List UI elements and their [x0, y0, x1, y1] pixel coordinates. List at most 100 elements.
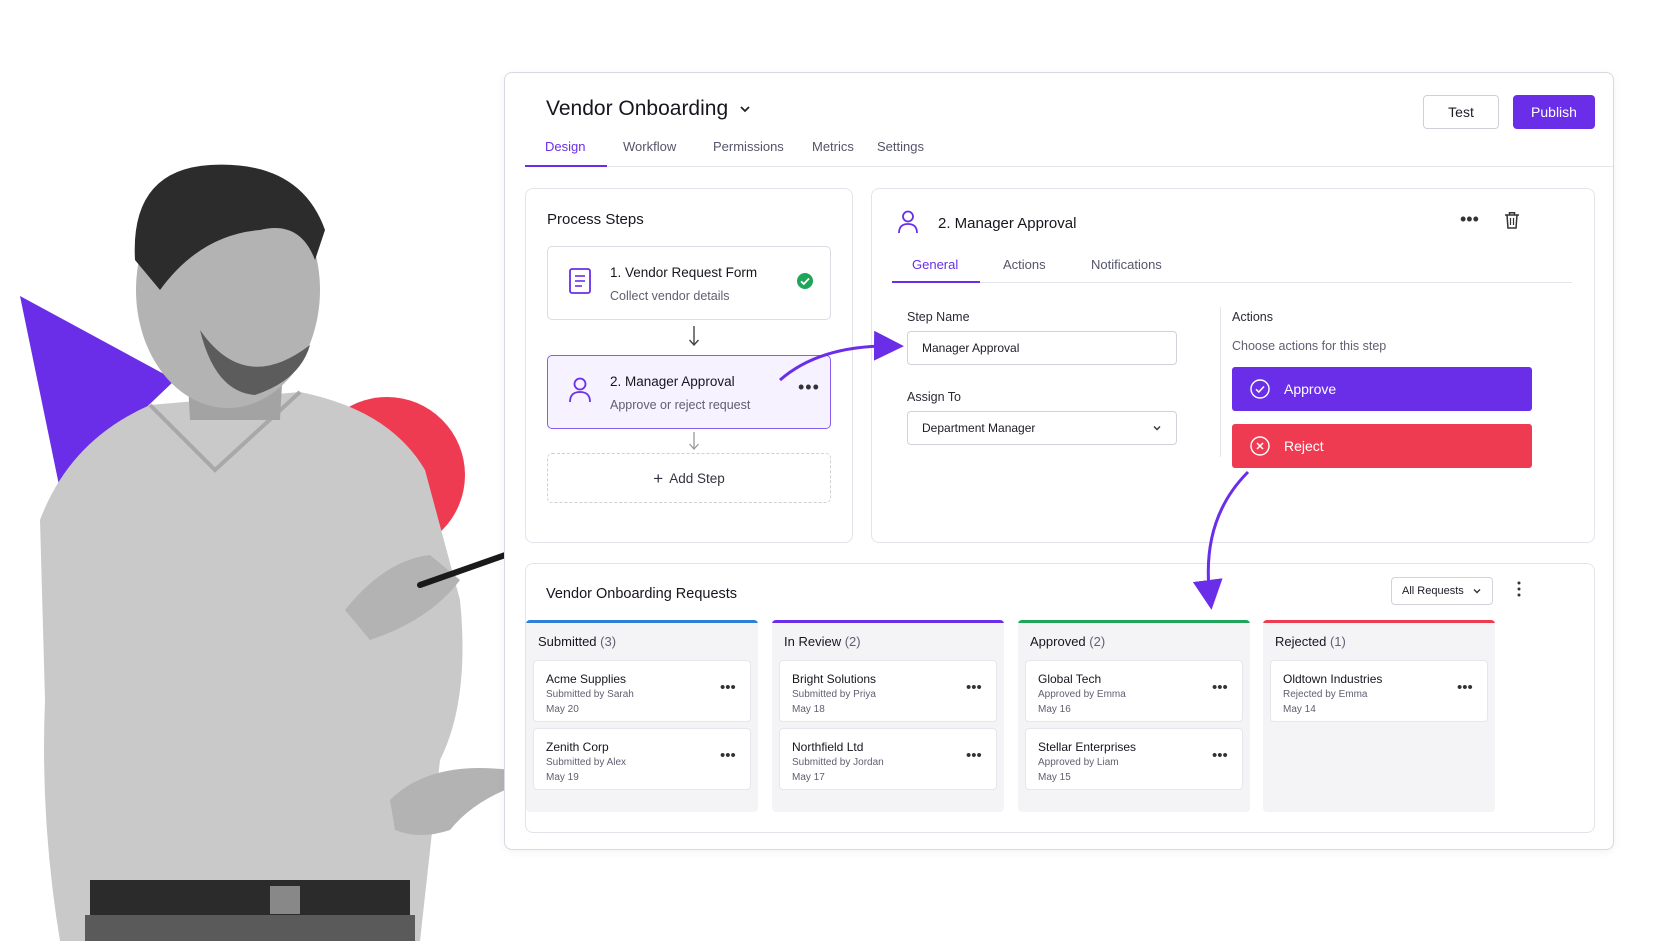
tab-actions[interactable]: Actions	[1003, 257, 1046, 272]
column-header: Submitted (3)	[538, 634, 616, 649]
step-subtitle: Approve or reject request	[610, 398, 751, 412]
approve-label: Approve	[1284, 381, 1337, 397]
stage: Vendor Onboarding Test Publish Design Wo…	[0, 0, 1672, 941]
assign-to-select[interactable]: Department Manager	[907, 411, 1177, 445]
assign-to-value: Department Manager	[922, 421, 1036, 435]
process-steps-panel: Process Steps 1. Vendor Request Form Col…	[525, 188, 853, 543]
active-tab-indicator	[892, 281, 980, 283]
tab-metrics[interactable]: Metrics	[812, 139, 854, 166]
step-detail-title: 2. Manager Approval	[938, 215, 1077, 232]
step-title: 2. Manager Approval	[610, 374, 735, 389]
workflow-title: Vendor Onboarding	[546, 97, 729, 120]
more-options-icon[interactable]: •••	[798, 378, 820, 396]
main-tabs: Design Workflow Permissions Metrics Sett…	[525, 127, 1613, 167]
column-count: (2)	[1089, 634, 1106, 649]
request-vendor-name: Northfield Ltd	[792, 740, 864, 754]
step-detail-tabs: General Actions Notifications	[892, 249, 1572, 283]
request-date: May 17	[792, 772, 825, 783]
reject-action-button[interactable]: Reject	[1232, 424, 1532, 468]
request-vendor-name: Stellar Enterprises	[1038, 740, 1137, 754]
more-options-icon[interactable]: •••	[720, 680, 736, 695]
request-vendor-name: Global Tech	[1038, 672, 1102, 686]
tab-settings[interactable]: Settings	[877, 139, 924, 166]
arrow-down-icon	[688, 326, 700, 347]
app-window: Vendor Onboarding Test Publish Design Wo…	[504, 72, 1614, 850]
step-name-input[interactable]: Manager Approval	[907, 331, 1177, 365]
tab-general[interactable]: General	[912, 257, 958, 272]
request-date: May 18	[792, 704, 825, 715]
column-header: In Review (2)	[784, 634, 861, 649]
purple-triangle-decoration	[20, 296, 175, 490]
tab-permissions[interactable]: Permissions	[713, 139, 784, 166]
request-card[interactable]: Zenith Corp Submitted by Alex May 19 •••	[533, 728, 751, 790]
more-options-icon[interactable]: •••	[966, 680, 982, 695]
tab-notifications[interactable]: Notifications	[1091, 257, 1162, 272]
request-submitter: Submitted by Priya	[792, 689, 876, 700]
request-date: May 20	[546, 704, 579, 715]
request-approver: Approved by Liam	[1038, 757, 1119, 768]
workflow-title-dropdown[interactable]: Vendor Onboarding	[546, 97, 752, 121]
request-submitter: Submitted by Jordan	[792, 757, 884, 768]
chevron-down-icon	[1473, 589, 1481, 594]
request-date: May 16	[1038, 704, 1071, 715]
column-name: In Review	[784, 634, 842, 649]
more-options-icon[interactable]: •••	[1212, 680, 1228, 695]
more-options-icon[interactable]: •••	[1460, 210, 1479, 228]
presenter-photo	[40, 164, 528, 941]
request-card[interactable]: Bright Solutions Submitted by Priya May …	[779, 660, 997, 722]
chevron-down-icon	[740, 106, 750, 113]
request-card[interactable]: Oldtown Industries Rejected by Emma May …	[1270, 660, 1488, 722]
kebab-menu-icon[interactable]	[1516, 580, 1522, 598]
column-color-bar	[1018, 620, 1250, 623]
step-title: 1. Vendor Request Form	[610, 265, 758, 280]
more-options-icon[interactable]: •••	[720, 748, 736, 763]
user-icon	[898, 210, 918, 234]
test-button[interactable]: Test	[1423, 95, 1499, 129]
tab-design[interactable]: Design	[545, 139, 585, 166]
check-circle-icon	[1250, 379, 1270, 399]
add-step-button[interactable]: + Add Step	[547, 453, 831, 503]
divider	[1220, 307, 1221, 457]
column-header: Approved (2)	[1030, 634, 1105, 649]
active-tab-indicator	[525, 165, 607, 167]
column-name: Rejected	[1275, 634, 1327, 649]
request-card[interactable]: Stellar Enterprises Approved by Liam May…	[1025, 728, 1243, 790]
more-options-icon[interactable]: •••	[1457, 680, 1473, 695]
filter-value: All Requests	[1402, 585, 1464, 597]
request-submitter: Submitted by Alex	[546, 757, 627, 768]
add-step-label: Add Step	[669, 470, 725, 486]
column-name: Submitted	[538, 634, 597, 649]
approve-action-button[interactable]: Approve	[1232, 367, 1532, 411]
request-vendor-name: Oldtown Industries	[1283, 672, 1383, 686]
step-card-vendor-request-form[interactable]: 1. Vendor Request Form Collect vendor de…	[547, 246, 831, 320]
request-card[interactable]: Acme Supplies Submitted by Sarah May 20 …	[533, 660, 751, 722]
more-options-icon[interactable]: •••	[966, 748, 982, 763]
trash-icon[interactable]	[1504, 211, 1520, 229]
step-name-value: Manager Approval	[922, 341, 1020, 355]
requests-board-title: Vendor Onboarding Requests	[546, 586, 738, 602]
requests-board: Vendor Onboarding Requests All Requests …	[525, 563, 1595, 833]
request-rejector: Rejected by Emma	[1283, 689, 1368, 700]
tab-workflow[interactable]: Workflow	[623, 139, 676, 166]
process-steps-title: Process Steps	[547, 211, 644, 228]
request-card[interactable]: Global Tech Approved by Emma May 16 •••	[1025, 660, 1243, 722]
column-count: (2)	[844, 634, 861, 649]
request-date: May 15	[1038, 772, 1071, 783]
request-submitter: Submitted by Sarah	[546, 689, 634, 700]
arrow-down-icon	[689, 432, 699, 450]
request-vendor-name: Bright Solutions	[792, 672, 877, 686]
publish-button[interactable]: Publish	[1513, 95, 1595, 129]
request-vendor-name: Zenith Corp	[546, 740, 609, 754]
step-card-manager-approval[interactable]: 2. Manager Approval Approve or reject re…	[547, 355, 831, 429]
request-card[interactable]: Northfield Ltd Submitted by Jordan May 1…	[779, 728, 997, 790]
step-detail-panel: 2. Manager Approval ••• General Actions …	[871, 188, 1595, 543]
more-options-icon[interactable]: •••	[1212, 748, 1228, 763]
plus-icon: +	[653, 468, 664, 488]
column-color-bar	[772, 620, 1004, 623]
column-color-bar	[526, 620, 758, 623]
request-filter-select[interactable]: All Requests	[1391, 577, 1493, 605]
step-name-label: Step Name	[907, 310, 970, 324]
board-column-submitted: Submitted (3) Acme Supplies Submitted by…	[526, 620, 758, 812]
column-header: Rejected (1)	[1275, 634, 1346, 649]
actions-hint: Choose actions for this step	[1232, 339, 1387, 353]
